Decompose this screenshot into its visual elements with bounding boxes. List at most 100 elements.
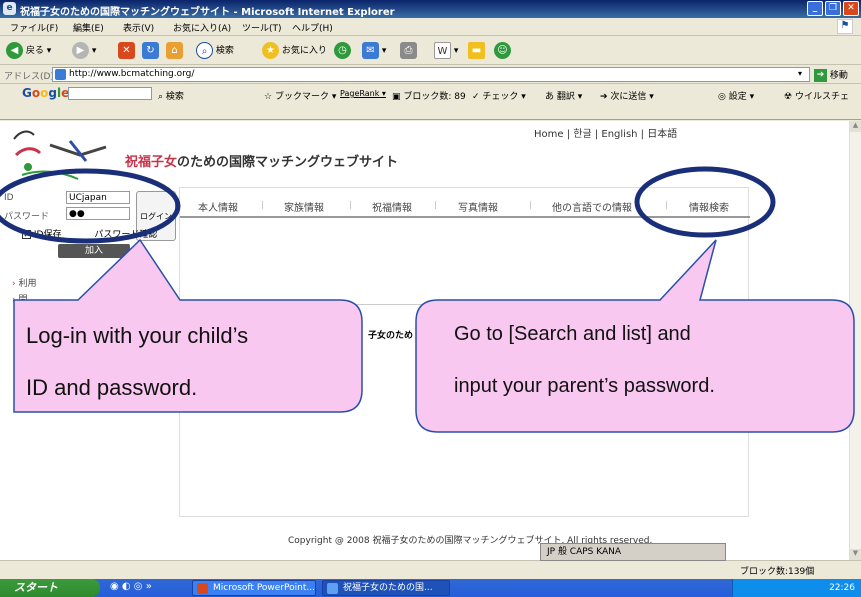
menu-file[interactable]: ファイル(F) — [10, 21, 58, 34]
settings-label: 設定 — [728, 92, 747, 102]
tab-other-language-info[interactable]: 他の言語での情報 — [552, 199, 632, 214]
tab-info-search[interactable]: 情報検索 — [689, 199, 729, 214]
close-button[interactable]: ✕ — [843, 1, 859, 16]
messenger-button[interactable]: ☺ — [494, 42, 511, 60]
menu-help[interactable]: ヘルプ(H) — [292, 21, 333, 34]
minimize-button[interactable]: _ — [807, 1, 823, 16]
tab-bar: 本人情報 家族情報 祝福情報 写真情報 他の言語での情報 情報検索 — [180, 188, 750, 218]
mail-button[interactable]: ✉ ▾ — [362, 42, 386, 60]
spellcheck-button[interactable]: ✓ チェック ▾ — [472, 89, 526, 102]
task-ie-window[interactable]: 祝福子女のための国... — [322, 580, 450, 596]
edit-icon: W — [434, 42, 451, 59]
address-dropdown-icon[interactable]: ▾ — [798, 69, 802, 78]
ime-toolbar[interactable]: JP 般 CAPS KANA — [540, 543, 726, 561]
send-button[interactable]: ➔ 次に送信 ▾ — [600, 89, 654, 102]
site-logo — [13, 130, 107, 180]
print-button[interactable]: ⎙ — [400, 42, 417, 60]
start-button[interactable]: スタート — [0, 579, 100, 597]
edit-button[interactable]: W ▾ — [434, 42, 458, 60]
menu-favorites[interactable]: お気に入り(A) — [173, 21, 231, 34]
scroll-up-icon[interactable]: ▲ — [850, 121, 861, 132]
stop-button[interactable]: ✕ — [118, 42, 135, 60]
popup-blocker-button[interactable]: ▣ ブロック数: 89 — [392, 89, 466, 102]
main-panel: 本人情報 家族情報 祝福情報 写真情報 他の言語での情報 情報検索 子女のため — [179, 187, 750, 517]
language-nav[interactable]: Home | 한글 | English | 日本語 — [534, 125, 677, 140]
standard-toolbar: ◀ 戻る ▾ ▶ ▾ ✕ ↻ ⌂ ⌕ 検索 ★ お気に入り ◷ ✉ ▾ ⎙ W … — [0, 37, 861, 65]
status-bar — [0, 560, 861, 579]
search-callout-line1: Go to [Search and list] and — [454, 323, 691, 345]
page-icon — [55, 69, 66, 80]
password-check-link[interactable]: パスワード確認 — [94, 230, 157, 240]
password-label: パスワード — [4, 212, 50, 222]
task-powerpoint[interactable]: Microsoft PowerPoint... — [192, 580, 316, 596]
login-callout-line2: ID and password. — [26, 375, 198, 400]
settings-button[interactable]: ◎ 設定 ▾ — [718, 89, 754, 102]
pagerank-label: PageRank — [340, 89, 380, 98]
join-button[interactable]: 加入 — [58, 244, 130, 258]
google-search-button[interactable]: ⌕ 検索 — [158, 89, 184, 102]
maximize-button[interactable]: ❐ — [825, 1, 841, 16]
google-search-input[interactable] — [68, 87, 152, 100]
window-title: 祝福子女のための国際マッチングウェブサイト - Microsoft Intern… — [20, 7, 395, 18]
home-button[interactable]: ⌂ — [166, 42, 183, 60]
side-link-usage[interactable]: › 利用 — [12, 276, 36, 289]
window-titlebar: e 祝福子女のための国際マッチングウェブサイト - Microsoft Inte… — [0, 0, 861, 18]
site-title-rest: のための国際マッチングウェブサイト — [177, 155, 399, 170]
translate-button[interactable]: あ 翻訳 ▾ — [545, 89, 582, 102]
google-logo[interactable]: Google — [22, 86, 69, 100]
back-button[interactable]: ◀ 戻る ▾ — [6, 42, 51, 60]
spellcheck-label: チェック — [482, 92, 519, 102]
translate-label: 翻訳 — [556, 92, 575, 102]
scroll-down-icon[interactable]: ▼ — [850, 549, 861, 560]
site-title: 祝福子女のための国際マッチングウェブサイト — [125, 151, 398, 170]
go-button[interactable]: ➔ 移動 — [814, 68, 848, 82]
search-label: 検索 — [215, 46, 234, 56]
menu-edit[interactable]: 編集(E) — [73, 21, 104, 34]
send-label: 次に送信 — [610, 92, 647, 102]
side-link-inquiry-label: 問 — [18, 295, 28, 305]
folder-icon: ▬ — [468, 42, 485, 59]
password-input[interactable] — [66, 207, 130, 220]
powerpoint-icon — [197, 583, 208, 594]
tab-family-info[interactable]: 家族情報 — [284, 199, 324, 214]
forward-button[interactable]: ▶ ▾ — [72, 42, 96, 60]
address-bar: アドレス(D) http://www.bcmatching.org/ ▾ ➔ 移… — [0, 66, 861, 84]
taskbar: スタート ◉ ◐ ◎ » Microsoft PowerPoint... 祝福子… — [0, 579, 861, 597]
menu-tools[interactable]: ツール(T) — [242, 21, 282, 34]
clock: 22:26 — [829, 583, 855, 593]
menu-view[interactable]: 表示(V) — [123, 21, 154, 34]
virus-check-button[interactable]: ☢ ウイルスチェ — [784, 89, 849, 102]
menu-bar: ファイル(F) 編集(E) 表示(V) お気に入り(A) ツール(T) ヘルプ(… — [0, 18, 861, 36]
tab-blessing-info[interactable]: 祝福情報 — [372, 199, 412, 214]
checkbox-checked-icon: ✓ — [22, 230, 31, 239]
search-icon: ⌕ — [196, 42, 213, 59]
tab-personal-info[interactable]: 本人情報 — [198, 199, 238, 214]
bookmarks-button[interactable]: ☆ ブックマーク ▾ — [264, 89, 336, 102]
remember-id-checkbox[interactable]: ✓ ID保存 パスワード確認 — [22, 227, 157, 240]
side-link-inquiry[interactable]: › 問 — [12, 292, 27, 305]
quick-launch[interactable]: ◉ ◐ ◎ » — [110, 581, 152, 592]
vertical-scrollbar[interactable]: ▲ ▼ — [849, 121, 861, 560]
mail-icon: ✉ — [362, 42, 379, 59]
bookmarks-label: ブックマーク — [274, 92, 329, 102]
favorites-button[interactable]: ★ お気に入り — [262, 42, 327, 60]
folder-button[interactable]: ▬ — [468, 42, 485, 60]
address-input[interactable]: http://www.bcmatching.org/ — [52, 67, 810, 82]
system-tray: 22:26 — [732, 579, 861, 597]
search-callout-line2: input your parent’s password. — [454, 375, 715, 397]
google-search-label: 検索 — [165, 92, 184, 102]
task-powerpoint-label: Microsoft PowerPoint... — [213, 583, 315, 593]
messenger-icon: ☺ — [494, 42, 511, 59]
favorites-label: お気に入り — [281, 46, 327, 56]
tab-photo-info[interactable]: 写真情報 — [458, 199, 498, 214]
google-toolbar: Google ⌕ 検索 ☆ ブックマーク ▾ PageRank ▾ ▣ ブロック… — [0, 85, 861, 120]
refresh-button[interactable]: ↻ — [142, 42, 159, 60]
virus-check-label: ウイルスチェ — [794, 92, 849, 102]
id-input[interactable] — [66, 191, 130, 204]
print-icon: ⎙ — [400, 42, 417, 59]
search-button[interactable]: ⌕ 検索 — [196, 42, 234, 60]
pagerank-button[interactable]: PageRank ▾ — [340, 89, 386, 98]
history-button[interactable]: ◷ — [334, 42, 351, 60]
id-label: ID — [4, 193, 14, 203]
address-label: アドレス(D) — [4, 72, 54, 82]
